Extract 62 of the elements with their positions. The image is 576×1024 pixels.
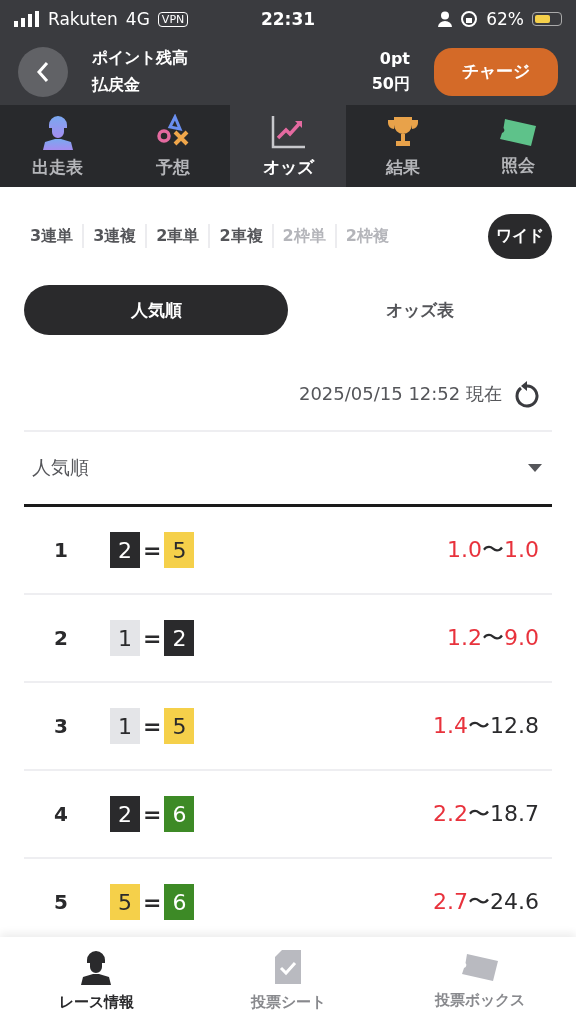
balance-value: 0pt <box>379 48 410 68</box>
frame-number: 1 <box>110 620 140 656</box>
popularity-rank: 5 <box>53 890 69 914</box>
category-tab[interactable]: 結果 <box>345 105 461 187</box>
frame-number: 2 <box>110 796 140 832</box>
popularity-rank: 2 <box>53 626 69 650</box>
popularity-rank: 4 <box>53 802 69 826</box>
vpn-badge: VPN <box>157 11 189 27</box>
view-toggle-tab[interactable]: オッズ表 <box>288 285 552 335</box>
category-tab[interactable]: オッズ <box>230 105 346 187</box>
frame-number: 5 <box>164 708 195 744</box>
equals-sign: = <box>143 713 162 739</box>
equals-sign: = <box>143 889 162 915</box>
frame-number: 2 <box>110 532 140 568</box>
balance-label: ポイント残高 <box>92 47 189 69</box>
odds-range: 2.7〜24.6 <box>433 888 540 916</box>
sheet-icon <box>274 949 302 985</box>
sort-dropdown[interactable]: 人気順 <box>24 430 552 507</box>
frame-number: 6 <box>164 884 195 920</box>
bet-type-tab[interactable]: 2車単 <box>156 225 200 247</box>
category-tab[interactable]: 出走表 <box>0 105 116 187</box>
popularity-rank: 3 <box>53 714 69 738</box>
equals-sign: = <box>143 801 162 827</box>
update-timestamp: 2025/05/15 12:52 現在 <box>298 382 502 406</box>
popularity-rank: 1 <box>53 538 69 562</box>
balance-value: 50円 <box>371 73 410 95</box>
back-button[interactable] <box>18 46 68 97</box>
frame-number: 5 <box>164 532 195 568</box>
caret-icon <box>528 464 542 472</box>
bet-type-tab[interactable]: 3連複 <box>93 225 137 247</box>
signal-icon <box>14 11 40 27</box>
chevron-left-icon <box>35 59 51 84</box>
frame-number: 5 <box>110 884 140 920</box>
frame-number: 1 <box>110 708 140 744</box>
charge-button[interactable]: チャージ <box>434 47 558 96</box>
network-type: 4G <box>125 9 150 29</box>
bet-type-tab[interactable]: 3連単 <box>30 225 74 247</box>
bottom-nav-item[interactable]: レース情報 <box>0 937 192 1024</box>
ticket-icon <box>461 951 499 983</box>
frame-number: 2 <box>164 620 195 656</box>
equals-sign: = <box>143 625 162 651</box>
battery-percent: 62% <box>486 9 524 29</box>
rotation-lock-icon <box>460 10 479 28</box>
equals-sign: = <box>143 537 162 563</box>
bet-type-tab[interactable]: 2車複 <box>219 225 263 247</box>
odds-range: 1.4〜12.8 <box>433 712 540 740</box>
odds-range: 1.2〜9.0 <box>447 624 540 652</box>
view-toggle-tab[interactable]: 人気順 <box>24 285 288 335</box>
bet-type-tab[interactable]: ワイド <box>488 213 552 259</box>
refresh-icon[interactable] <box>514 380 540 408</box>
rider-icon <box>78 949 114 985</box>
carrier-name: Rakuten <box>48 9 118 29</box>
chart-icon <box>270 113 306 150</box>
frame-number: 6 <box>164 796 195 832</box>
category-tab[interactable]: 照会 <box>460 105 576 187</box>
odds-range: 1.0〜1.0 <box>447 536 540 564</box>
clock: 22:31 <box>260 9 316 29</box>
battery-icon <box>532 12 562 26</box>
category-tab[interactable]: 予想 <box>115 105 231 187</box>
person-icon <box>438 11 453 27</box>
odds-range: 2.2〜18.7 <box>433 800 540 828</box>
balance-label: 払戻金 <box>92 74 141 96</box>
